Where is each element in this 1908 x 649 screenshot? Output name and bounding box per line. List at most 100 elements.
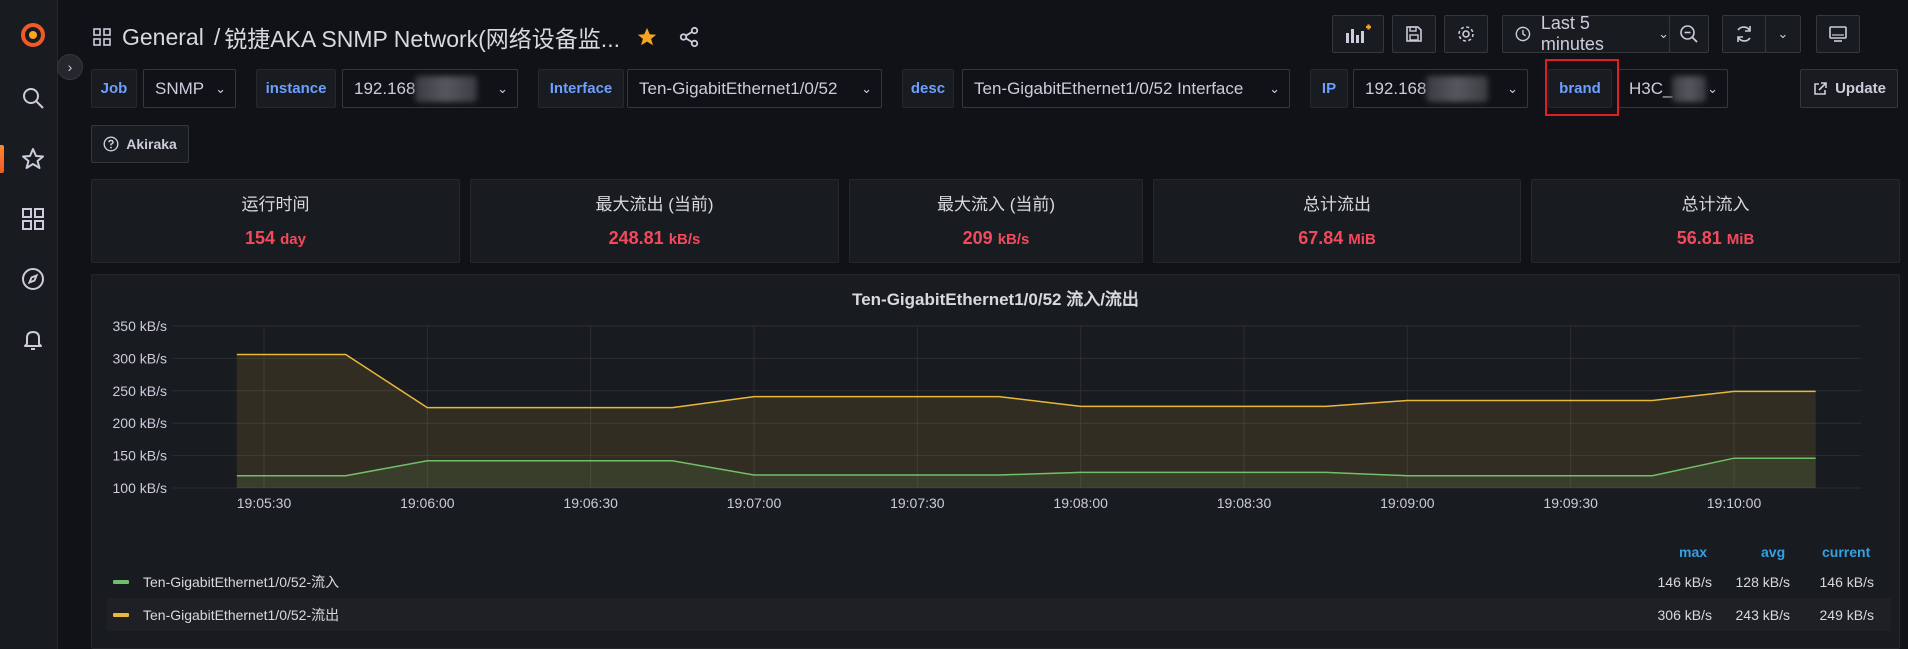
variable-value: Ten-GigabitEthernet1/0/52 [639,78,838,98]
y-axis-tick-label: 200 kB/s [113,415,167,431]
dashboards-icon[interactable] [19,205,47,233]
refresh-icon [1737,26,1751,42]
active-indicator [0,145,4,173]
x-axis-tick-label: 19:05:30 [237,495,292,511]
highlight-box [1545,59,1619,116]
legend-item[interactable]: Ten-GigabitEthernet1/0/52-流出 306 kB/s 24… [107,598,1891,631]
add-panel-icon [1346,24,1371,43]
stat-title: 最大流入 (当前) [936,195,1056,214]
legend-current-value: 249 kB/s [1819,606,1874,623]
series-line-out [236,353,1816,409]
x-axis-tick-label: 19:07:30 [890,495,945,511]
dashboard-title[interactable]: 锐捷AKA SNMP Network(网络设备监... [224,20,620,54]
redacted-blur [1426,75,1489,102]
x-axis-tick-label: 19:06:00 [400,495,455,511]
variable-value: SNMP [155,78,205,98]
explore-compass-icon[interactable] [19,265,47,293]
alerting-bell-icon[interactable] [19,325,47,353]
legend-avg-value: 243 kB/s [1735,606,1790,623]
stat-value: 154 day [245,228,306,248]
sidebar [0,0,58,649]
series-color-swatch[interactable] [113,612,129,617]
time-range-label: Last 5 minutes [1540,13,1604,54]
stat-value: 67.84 MiB [1298,228,1376,248]
chevron-down-icon: ⌄ [1507,81,1518,96]
x-axis-tick-label: 19:09:30 [1543,495,1598,511]
breadcrumb-folder-link[interactable]: General [122,24,204,51]
add-panel-button[interactable] [1332,15,1384,53]
legend-current-value: 146 kB/s [1819,573,1874,590]
update-link-button[interactable]: Update [1800,69,1898,108]
variable-select-desc[interactable]: Ten-GigabitEthernet1/0/52 Interface ⌄ [962,69,1290,108]
y-axis-tick-label: 350 kB/s [113,318,167,334]
top-navbar: General / 锐捷AKA SNMP Network(网络设备监... La… [58,0,1908,64]
legend-header-avg[interactable]: avg [1761,544,1785,560]
traffic-chart[interactable]: 100 kB/s 150 kB/s 200 kB/s 250 kB/s 300 kB/s… [92,315,1899,565]
legend-item[interactable]: Ten-GigabitEthernet1/0/52-流入 146 kB/s 12… [107,565,1891,598]
variable-label-instance: instance [256,69,336,108]
save-icon [1406,26,1422,42]
stat-title: 运行时间 [241,195,310,214]
zoom-out-icon [1680,25,1698,43]
y-axis-tick-label: 100 kB/s [113,480,167,496]
y-axis-tick-label: 150 kB/s [113,448,167,464]
series-color-swatch[interactable] [113,579,129,584]
legend-header-current[interactable]: current [1822,544,1870,560]
y-axis-tick-label: 250 kB/s [113,383,167,399]
chevron-down-icon: ⌄ [497,81,508,96]
stat-title: 总计流入 [1681,195,1750,214]
variable-select-instance[interactable]: 192.168 ⌄ [342,69,518,108]
gear-icon [1458,26,1474,42]
graph-title[interactable]: Ten-GigabitEthernet1/0/52 流入/流出 [92,285,1899,310]
refresh-button[interactable] [1722,15,1766,53]
update-label: Update [1835,80,1886,97]
time-range-picker[interactable]: Last 5 minutes ⌄ [1502,13,1670,54]
stat-panel-total-in: 总计流入 56.81 MiB [1531,179,1900,263]
legend-max-value: 306 kB/s [1657,606,1712,623]
variable-label-interface: Interface [538,69,624,108]
legend-header-max[interactable]: max [1679,544,1707,560]
tv-mode-button[interactable] [1816,15,1860,53]
help-circle-icon [103,136,119,152]
variable-value: Ten-GigabitEthernet1/0/52 Interface [974,78,1244,98]
stat-panel-max-out: 最大流出 (当前) 248.81 kB/s [470,179,839,263]
refresh-interval-dropdown[interactable]: ⌄ [1765,15,1801,53]
akiraka-link-button[interactable]: Akiraka [91,125,189,163]
x-axis-tick-label: 19:09:00 [1380,495,1435,511]
stat-value: 56.81 MiB [1676,228,1755,248]
x-axis-tick-label: 19:10:00 [1707,495,1762,511]
share-icon[interactable] [678,26,700,48]
variable-select-interface[interactable]: Ten-GigabitEthernet1/0/52 ⌄ [627,69,882,108]
akiraka-label: Akiraka [126,136,177,152]
chevron-down-icon: ⌄ [861,81,872,96]
variable-label-desc: desc [902,69,954,108]
stat-value: 248.81 kB/s [608,228,701,248]
chevron-down-icon: ⌄ [215,81,226,96]
legend-avg-value: 128 kB/s [1735,573,1790,590]
dashboard-settings-button[interactable] [1444,15,1488,53]
stat-panel-uptime: 运行时间 154 day [91,179,460,263]
variable-select-brand[interactable]: H3C_ ⌄ [1617,69,1728,108]
external-link-icon [1814,81,1827,95]
save-dashboard-button[interactable] [1392,15,1436,53]
chevron-down-icon: ⌄ [1707,81,1718,96]
traffic-graph-panel: Ten-GigabitEthernet1/0/52 流入/流出 100 kB/s… [91,274,1900,649]
favorite-star-icon[interactable] [636,26,658,48]
grafana-logo-icon[interactable] [19,20,47,48]
zoom-out-button[interactable] [1669,15,1709,53]
search-icon[interactable] [19,84,47,112]
stat-title: 总计流出 [1303,195,1371,214]
chevron-down-icon: ⌄ [1658,26,1669,41]
x-axis-tick-label: 19:08:00 [1053,495,1108,511]
variable-select-job[interactable]: SNMP ⌄ [143,69,236,108]
redacted-blur [1672,75,1707,102]
x-axis-tick-label: 19:06:30 [563,495,618,511]
legend-max-value: 146 kB/s [1657,573,1712,590]
star-icon[interactable] [19,145,47,173]
variable-select-ip[interactable]: 192.168 ⌄ [1353,69,1528,108]
stat-title: 最大流出 (当前) [595,195,714,214]
stat-panel-max-in: 最大流入 (当前) 209 kB/s [849,179,1143,263]
variable-value: H3C_ [1629,78,1673,98]
stat-value: 209 kB/s [962,228,1030,248]
redacted-blur [415,75,478,102]
